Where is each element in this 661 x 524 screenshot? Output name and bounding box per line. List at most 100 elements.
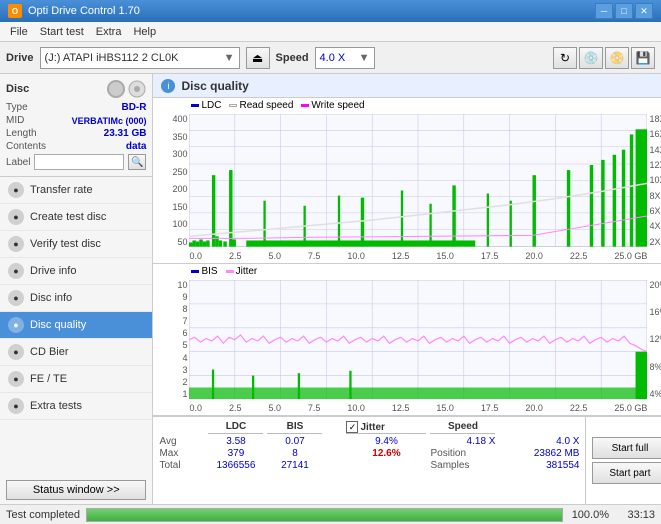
avg-row: Avg 3.58 0.07 9.4% 4.18 X 4.0 X: [159, 436, 579, 447]
bis-header: BIS: [267, 421, 322, 434]
sidebar-item-disc-quality[interactable]: ● Disc quality: [0, 312, 152, 339]
content-area: i Disc quality LDC Read speed: [153, 74, 661, 504]
sidebar-item-drive-info[interactable]: ● Drive info: [0, 258, 152, 285]
drive-dropdown-arrow: ▼: [224, 52, 235, 64]
ldc-x-axis: 0.0 2.5 5.0 7.5 10.0 12.5 15.0 17.5 20.0…: [189, 251, 647, 261]
toolbar-save-button[interactable]: 💾: [631, 47, 655, 69]
sidebar-item-disc-info[interactable]: ● Disc info: [0, 285, 152, 312]
avg-label: Avg: [159, 436, 204, 447]
avg-jitter: 9.4%: [346, 436, 426, 447]
toolbar-refresh-button[interactable]: ↻: [553, 47, 577, 69]
drive-selector[interactable]: (J:) ATAPI iHBS112 2 CL0K ▼: [40, 47, 240, 69]
progress-bar-inner: [87, 509, 562, 521]
progress-percent: 100.0%: [569, 509, 609, 521]
samples-label: Samples: [430, 460, 495, 471]
contents-label: Contents: [6, 141, 46, 152]
close-button[interactable]: ✕: [635, 3, 653, 19]
verify-test-icon: ●: [8, 236, 24, 252]
nav-items: ● Transfer rate ● Create test disc ● Ver…: [0, 177, 152, 420]
sidebar-item-extra-tests[interactable]: ● Extra tests: [0, 393, 152, 420]
sidebar-item-cd-bier[interactable]: ● CD Bier: [0, 339, 152, 366]
eject-button[interactable]: ⏏: [246, 47, 270, 69]
disc-panel: Disc Type BD-R MID VERBATIMc (000: [0, 74, 152, 177]
sidebar-item-verify-test-disc[interactable]: ● Verify test disc: [0, 231, 152, 258]
max-label: Max: [159, 448, 204, 459]
drive-info-label: Drive info: [30, 265, 76, 277]
sidebar-item-transfer-rate[interactable]: ● Transfer rate: [0, 177, 152, 204]
max-jitter: 12.6%: [346, 448, 426, 459]
label-input[interactable]: [34, 154, 124, 170]
bis-chart-svg: [189, 280, 647, 399]
title-bar: O Opti Drive Control 1.70 ─ □ ✕: [0, 0, 661, 22]
jitter-label: Jitter: [236, 266, 258, 277]
label-search-button[interactable]: 🔍: [128, 154, 146, 170]
drive-toolbar: Drive (J:) ATAPI iHBS112 2 CL0K ▼ ⏏ Spee…: [0, 42, 661, 74]
ldc-color: [191, 104, 199, 107]
disc-info-icon: ●: [8, 290, 24, 306]
jitter-checkbox[interactable]: ✓: [346, 421, 358, 433]
progress-bar-outer: [86, 508, 563, 522]
bis-legend-jitter: Jitter: [226, 266, 258, 277]
ldc-label: LDC: [201, 100, 221, 111]
avg-speed-set: 4.0 X: [499, 436, 579, 447]
avg-bis: 0.07: [267, 436, 322, 447]
jitter-color: [226, 270, 234, 273]
contents-value: data: [126, 141, 147, 152]
ldc-legend: LDC Read speed Write speed: [191, 100, 364, 111]
stats-headers: LDC BIS ✓ Jitter Speed: [159, 421, 579, 434]
drive-label: Drive: [6, 52, 34, 64]
mid-label: MID: [6, 115, 24, 126]
type-value: BD-R: [121, 102, 146, 113]
sidebar-item-fe-te[interactable]: ● FE / TE: [0, 366, 152, 393]
app-icon: O: [8, 4, 22, 18]
progress-bar-container: Test completed 100.0% 33:13: [0, 504, 661, 524]
max-position: 23862 MB: [499, 448, 579, 459]
menu-extra[interactable]: Extra: [90, 25, 128, 39]
ldc-legend-write: Write speed: [301, 100, 364, 111]
start-part-button[interactable]: Start part: [592, 462, 661, 484]
create-test-icon: ●: [8, 209, 24, 225]
app-title: Opti Drive Control 1.70: [28, 5, 140, 17]
menu-start-test[interactable]: Start test: [34, 25, 90, 39]
minimize-button[interactable]: ─: [595, 3, 613, 19]
toolbar-disc-button[interactable]: 💿: [579, 47, 603, 69]
ldc-chart-wrapper: LDC Read speed Write speed 400 350 300: [153, 98, 661, 264]
stats-table: LDC BIS ✓ Jitter Speed Avg 3.58 0.07: [153, 417, 585, 504]
quality-icon: i: [161, 79, 175, 93]
read-speed-color: [229, 104, 237, 107]
toolbar-icons: ↻ 💿 📀 💾: [553, 47, 655, 69]
label-label: Label: [6, 157, 30, 168]
type-label: Type: [6, 102, 28, 113]
write-speed-color: [301, 104, 309, 107]
bottom-stats-area: LDC BIS ✓ Jitter Speed Avg 3.58 0.07: [153, 416, 661, 504]
bis-color: [191, 270, 199, 273]
menu-bar: File Start test Extra Help: [0, 22, 661, 42]
speed-selector[interactable]: 4.0 X ▼: [315, 47, 375, 69]
length-label: Length: [6, 128, 37, 139]
bis-x-axis: 0.0 2.5 5.0 7.5 10.0 12.5 15.0 17.5 20.0…: [189, 403, 647, 413]
ldc-legend-ldc: LDC: [191, 100, 221, 111]
speed-label: Speed: [276, 52, 309, 64]
ldc-y-axis-left: 400 350 300 250 200 150 100 50: [153, 98, 189, 263]
max-row: Max 379 8 12.6% Position 23862 MB: [159, 448, 579, 459]
total-bis: 27141: [267, 460, 322, 471]
write-speed-label: Write speed: [311, 100, 364, 111]
status-window-button[interactable]: Status window >>: [6, 480, 146, 500]
fe-te-icon: ●: [8, 371, 24, 387]
length-value: 23.31 GB: [104, 128, 147, 139]
avg-ldc: 3.58: [208, 436, 263, 447]
ldc-chart-svg: [189, 114, 647, 247]
bis-label: BIS: [201, 266, 217, 277]
toolbar-write-button[interactable]: 📀: [605, 47, 629, 69]
menu-file[interactable]: File: [4, 25, 34, 39]
sidebar-item-create-test-disc[interactable]: ● Create test disc: [0, 204, 152, 231]
cd-bier-icon: ●: [8, 344, 24, 360]
menu-help[interactable]: Help: [127, 25, 162, 39]
start-full-button[interactable]: Start full: [592, 437, 661, 459]
mid-value: VERBATIMc (000): [72, 116, 147, 126]
jitter-col-header: Jitter: [360, 422, 384, 433]
max-ldc: 379: [208, 448, 263, 459]
bis-legend: BIS Jitter: [191, 266, 257, 277]
speed-dropdown-arrow: ▼: [359, 52, 370, 64]
maximize-button[interactable]: □: [615, 3, 633, 19]
